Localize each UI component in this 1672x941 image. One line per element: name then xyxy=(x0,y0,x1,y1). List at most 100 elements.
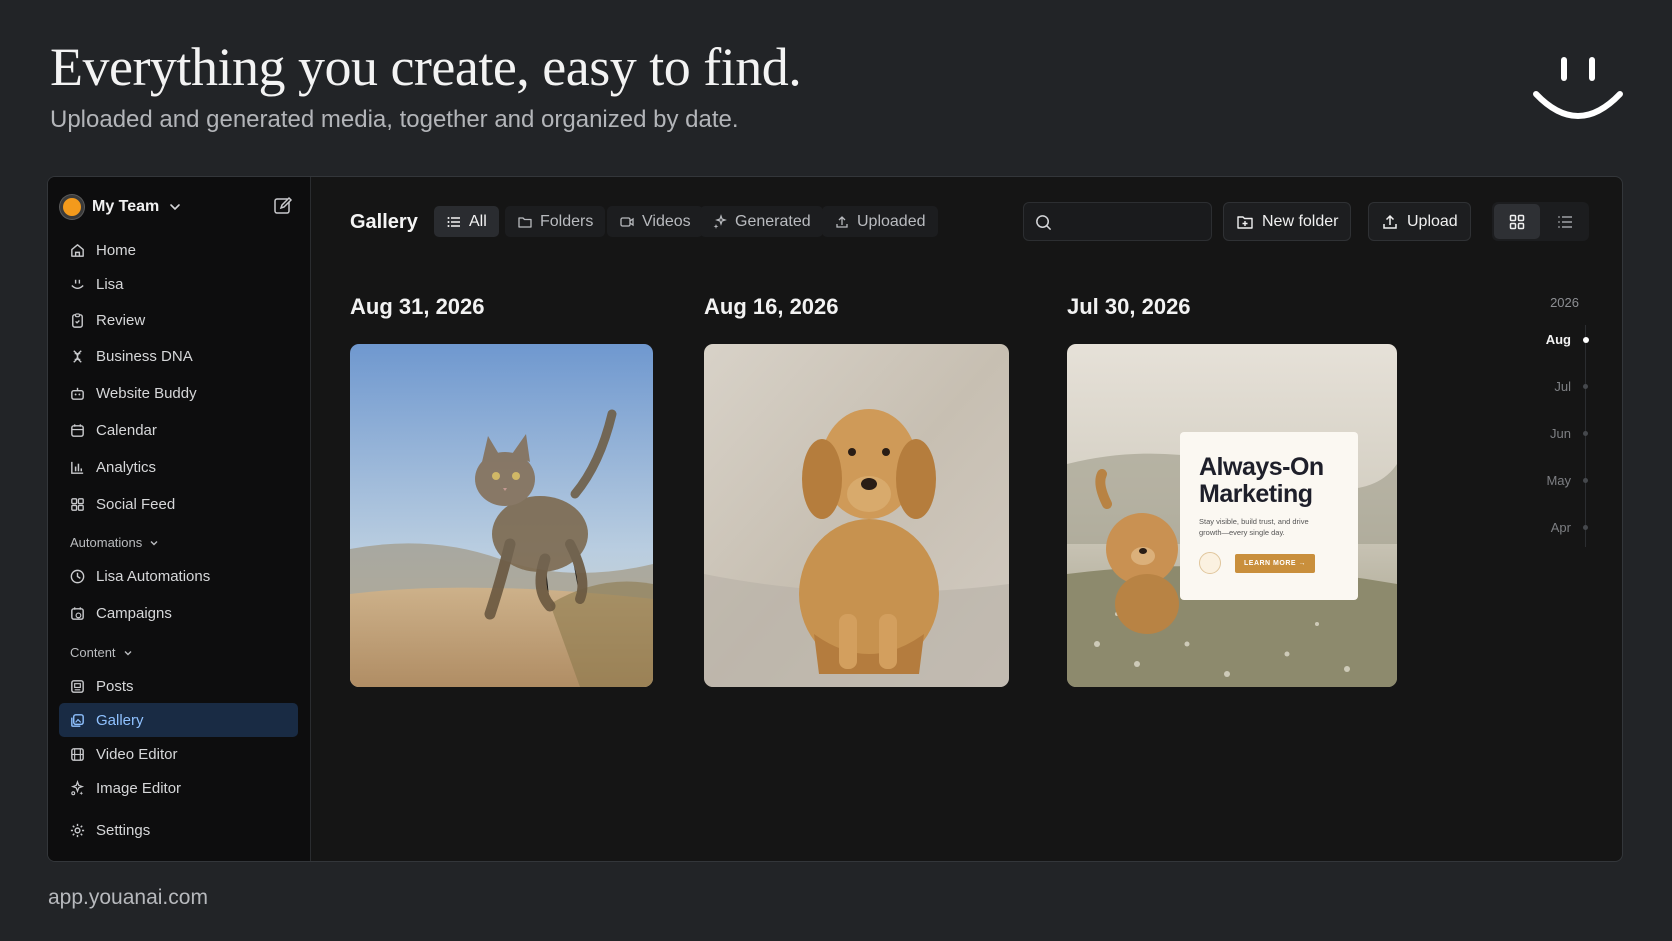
team-name: My Team xyxy=(92,198,160,215)
hero-title: Everything you create, easy to find. xyxy=(50,37,802,97)
media-card-marketing[interactable]: Always-On Marketing Stay visible, build … xyxy=(1067,344,1397,687)
sidebar-item-calendar[interactable]: Calendar xyxy=(59,413,298,447)
sidebar-item-posts[interactable]: Posts xyxy=(59,669,298,703)
date-group-heading: Jul 30, 2026 xyxy=(1067,294,1191,319)
dog-photo xyxy=(704,344,1009,687)
list-view-button[interactable] xyxy=(1542,204,1588,239)
sidebar-item-label: Lisa Automations xyxy=(96,567,211,585)
chevron-down-icon xyxy=(150,540,158,545)
gallery-icon xyxy=(71,713,84,727)
sidebar-item-analytics[interactable]: Analytics xyxy=(59,450,298,484)
filter-all[interactable]: All xyxy=(434,206,499,237)
upload-icon xyxy=(1383,214,1397,229)
search-box[interactable] xyxy=(1023,202,1212,241)
sidebar-item-label: Calendar xyxy=(96,421,157,439)
button-label: Upload xyxy=(1407,212,1458,230)
timeline-dot xyxy=(1583,525,1588,530)
sidebar: My Team Home Lisa Review Business DNA We… xyxy=(48,177,311,861)
timeline-dot xyxy=(1583,431,1588,436)
timeline-month-apr[interactable]: Apr xyxy=(1551,520,1571,535)
learn-more-button: LEARN MORE → xyxy=(1235,553,1315,573)
date-group-heading: Aug 16, 2026 xyxy=(704,294,839,319)
grid-view-button[interactable] xyxy=(1494,204,1540,239)
sidebar-item-label: Social Feed xyxy=(96,495,176,513)
sparkles-icon xyxy=(713,213,727,229)
timeline-month-jul[interactable]: Jul xyxy=(1554,379,1571,394)
app-window: My Team Home Lisa Review Business DNA We… xyxy=(47,176,1623,862)
video-icon xyxy=(620,216,634,227)
button-label: New folder xyxy=(1262,212,1339,230)
search-icon xyxy=(1036,215,1051,230)
filter-folders[interactable]: Folders xyxy=(505,206,606,237)
filter-uploaded[interactable]: Uploaded xyxy=(822,206,938,237)
body-line: growth—every single day. xyxy=(1199,528,1285,537)
timeline-month-jun[interactable]: Jun xyxy=(1550,426,1571,441)
chevron-down-icon xyxy=(124,650,132,655)
marketing-post-content: Always-On Marketing Stay visible, build … xyxy=(1180,432,1358,600)
grid-icon xyxy=(1509,214,1525,229)
section-label: Automations xyxy=(70,535,143,550)
filter-generated[interactable]: Generated xyxy=(700,206,823,237)
folder-icon xyxy=(518,216,532,228)
list-icon xyxy=(447,216,460,227)
filter-videos[interactable]: Videos xyxy=(607,206,703,237)
sparkle-image-icon xyxy=(70,779,85,795)
sidebar-item-label: Gallery xyxy=(96,711,144,729)
sidebar-item-video-editor[interactable]: Video Editor xyxy=(59,737,298,771)
sidebar-item-label: Home xyxy=(96,241,137,259)
sidebar-item-campaigns[interactable]: Campaigns xyxy=(59,596,298,630)
sidebar-item-lisa[interactable]: Lisa xyxy=(59,267,298,301)
calendar-icon xyxy=(71,423,84,437)
body-line: Stay visible, build trust, and drive xyxy=(1199,517,1309,526)
timeline-month-may[interactable]: May xyxy=(1546,473,1571,488)
bot-icon xyxy=(71,387,84,400)
film-icon xyxy=(71,747,84,761)
timeline-dot xyxy=(1583,478,1588,483)
sidebar-item-label: Image Editor xyxy=(96,779,182,797)
footer-url: app.youanai.com xyxy=(48,886,208,909)
marketing-headline: Always-On Marketing xyxy=(1199,454,1358,508)
marketing-cta-row: LEARN MORE → xyxy=(1199,552,1358,574)
sidebar-item-gallery[interactable]: Gallery xyxy=(59,703,298,737)
sidebar-item-social-feed[interactable]: Social Feed xyxy=(59,487,298,521)
timeline-month-aug[interactable]: Aug xyxy=(1546,332,1571,347)
folder-plus-icon xyxy=(1237,215,1253,229)
filter-label: Folders xyxy=(540,212,594,230)
sidebar-item-label: Settings xyxy=(96,821,151,839)
sidebar-item-image-editor[interactable]: Image Editor xyxy=(59,771,298,805)
clock-icon xyxy=(70,569,85,583)
hero-subtitle: Uploaded and generated media, together a… xyxy=(50,106,739,133)
upload-button[interactable]: Upload xyxy=(1368,202,1471,241)
chevron-down-icon xyxy=(170,204,181,211)
filter-label: Videos xyxy=(642,212,691,230)
list-icon xyxy=(1558,215,1572,228)
sidebar-item-website-buddy[interactable]: Website Buddy xyxy=(59,376,298,410)
team-switcher[interactable]: My Team xyxy=(60,193,183,221)
search-input[interactable] xyxy=(1060,209,1205,235)
gallery-main: Gallery All Folders Videos Generated Upl… xyxy=(311,177,1622,861)
media-card-cat[interactable] xyxy=(350,344,653,687)
calendar-clock-icon xyxy=(71,606,84,620)
sidebar-item-label: Campaigns xyxy=(96,604,172,622)
filter-label: All xyxy=(469,212,487,230)
timeline-year: 2026 xyxy=(1550,295,1579,310)
timeline-track xyxy=(1585,325,1586,547)
sidebar-item-home[interactable]: Home xyxy=(59,233,298,267)
date-timeline: 2026 Aug Jul Jun May Apr xyxy=(1531,287,1601,547)
sidebar-item-business-dna[interactable]: Business DNA xyxy=(59,339,298,373)
new-folder-button[interactable]: New folder xyxy=(1223,202,1352,241)
sidebar-item-label: Lisa xyxy=(96,275,124,293)
section-content[interactable]: Content xyxy=(70,645,134,660)
media-card-dog[interactable] xyxy=(704,344,1009,687)
sidebar-item-settings[interactable]: Settings xyxy=(59,813,298,847)
section-automations[interactable]: Automations xyxy=(70,535,160,550)
sidebar-item-review[interactable]: Review xyxy=(59,303,298,337)
grid-icon xyxy=(71,497,84,511)
smile-icon xyxy=(71,279,84,289)
sidebar-item-label: Analytics xyxy=(96,458,157,476)
compose-icon[interactable] xyxy=(272,195,294,217)
headline-line: Always-On xyxy=(1199,453,1324,481)
smiley-logo-icon xyxy=(1533,57,1623,119)
clipboard-icon xyxy=(72,312,83,328)
sidebar-item-lisa-automations[interactable]: Lisa Automations xyxy=(59,559,298,593)
